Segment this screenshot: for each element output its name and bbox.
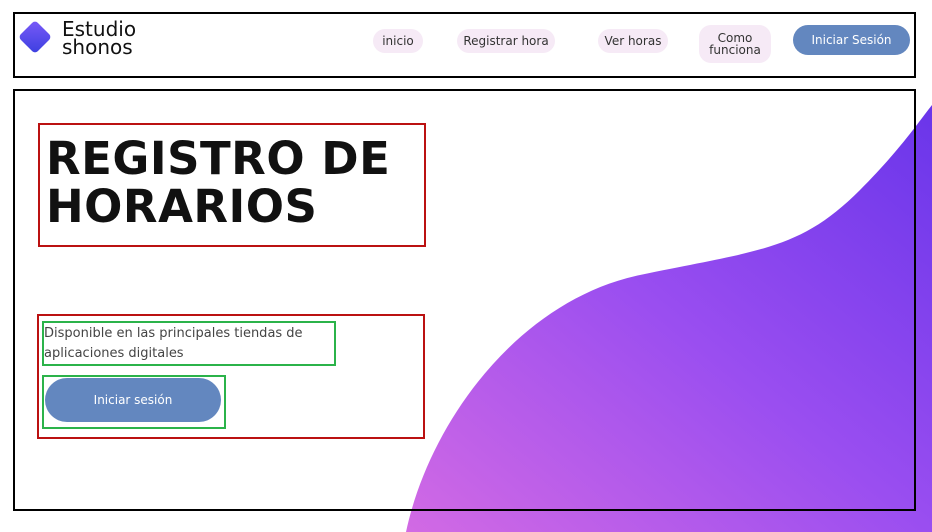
- page-title-line-1: REGISTRO DE: [46, 132, 391, 185]
- nav-como-funciona[interactable]: Como funciona: [699, 25, 771, 63]
- nav-registrar-hora[interactable]: Registrar hora: [457, 29, 555, 53]
- nav-inicio[interactable]: inicio: [373, 29, 423, 53]
- login-button[interactable]: Iniciar Sesión: [793, 25, 910, 55]
- brand-line-2: shonos: [62, 35, 133, 59]
- brand-name[interactable]: Estudio shonos: [62, 19, 136, 59]
- page-title-line-2: HORARIOS: [46, 180, 318, 233]
- hero-subtitle: Disponible en las principales tiendas de…: [44, 326, 303, 361]
- iniciar-sesion-button[interactable]: Iniciar sesión: [45, 378, 221, 422]
- nav-como-line-2: funciona: [709, 43, 761, 57]
- page-title: REGISTRO DE HORARIOS: [46, 135, 390, 231]
- nav-ver-horas[interactable]: Ver horas: [598, 29, 668, 53]
